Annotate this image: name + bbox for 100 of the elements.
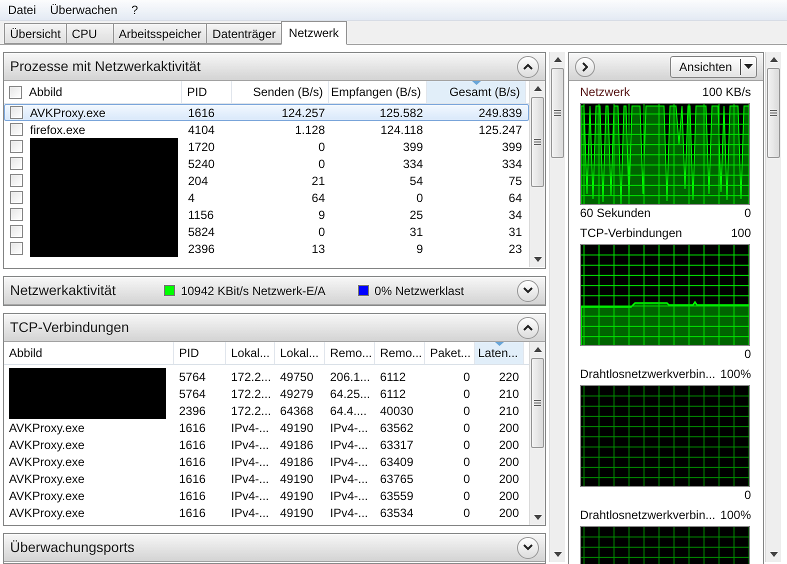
table-row[interactable]: 4 64 0 64	[4, 189, 529, 206]
chevron-up-icon	[523, 324, 533, 332]
scroll-down-icon[interactable]	[534, 257, 542, 262]
table-cell-text: 64	[508, 190, 523, 206]
table-cell-text: 9	[415, 240, 424, 258]
table-cell-text: IPv4-...	[329, 504, 370, 522]
table-cell-text: 21	[310, 172, 326, 190]
table-row[interactable]: 1156 9 25 34	[4, 206, 529, 223]
scrollbar[interactable]	[549, 52, 565, 562]
scroll-up-icon[interactable]	[554, 57, 562, 62]
section-header[interactable]: Netzwerkaktivität 10942 KBit/s Netzwerk-E/A 0% Netzwerklast	[4, 277, 545, 306]
column-header[interactable]: Gesamt (B/s)	[427, 81, 526, 103]
table-cell-text: 9	[317, 206, 326, 224]
graph-title: Netzwerk	[580, 84, 630, 101]
tab[interactable]: Netzwerk	[280, 21, 347, 45]
section-title: Überwachungsports	[10, 538, 135, 558]
table-cell-text: 54	[408, 172, 424, 190]
table-cell-text: 125.582	[378, 104, 424, 122]
collapse-button[interactable]	[517, 56, 539, 78]
checkbox[interactable]	[10, 242, 23, 255]
checkbox[interactable]	[10, 174, 23, 187]
checkbox[interactable]	[10, 123, 23, 136]
scroll-thumb[interactable]	[767, 68, 780, 158]
checkbox[interactable]	[10, 157, 23, 170]
table-cell-text: 210	[498, 402, 520, 420]
checkbox[interactable]	[9, 86, 22, 98]
table-row[interactable]: AVKProxy.exe 1616 124.257 125.582 249.839	[4, 104, 529, 121]
table-cell-text: IPv4-...	[329, 420, 370, 437]
tab[interactable]: Übersicht	[4, 23, 67, 44]
scroll-down-icon[interactable]	[534, 515, 542, 520]
column-header[interactable]: Empfangen (B/s)	[329, 81, 427, 103]
table-cell-text: 200	[498, 420, 520, 437]
table-cell-text: IPv4-...	[329, 454, 370, 471]
column-header[interactable]: Laten...	[475, 342, 524, 364]
scrollbar[interactable]	[529, 342, 545, 526]
grip-icon	[534, 400, 541, 406]
table-cell-text: 23	[508, 240, 523, 258]
checkbox[interactable]	[10, 208, 23, 221]
chevron-down-icon	[523, 544, 533, 552]
scroll-thumb[interactable]	[551, 68, 564, 158]
tab[interactable]: Datenträger	[206, 23, 282, 44]
table-cell-text: 49750	[279, 368, 314, 386]
table-cell-text: 49279	[279, 386, 314, 403]
section-header[interactable]: TCP-Verbindungen	[4, 314, 545, 342]
graph-max-label: 100	[730, 225, 751, 242]
table-cell-text: 49190	[279, 488, 314, 505]
scroll-down-icon[interactable]	[554, 552, 562, 557]
table-row[interactable]: 5240 0 334 334	[4, 155, 529, 172]
scroll-up-icon[interactable]	[770, 57, 778, 62]
table-row[interactable]: 2396 13 9 23	[4, 240, 529, 257]
scroll-thumb[interactable]	[531, 358, 544, 448]
checkbox[interactable]	[10, 106, 23, 119]
table-cell-text: IPv4-...	[230, 454, 270, 471]
table-cell-text: 5764	[178, 386, 207, 403]
table-cell-text: 40030	[379, 402, 414, 420]
scroll-thumb[interactable]	[531, 97, 544, 187]
scroll-up-icon[interactable]	[534, 347, 542, 352]
table-cell-text: AVKProxy.exe	[9, 470, 85, 488]
collapse-button[interactable]	[517, 316, 539, 339]
table-cell-text: 200	[498, 488, 520, 505]
expand-button[interactable]	[517, 536, 539, 559]
menu-item[interactable]: Datei	[4, 1, 40, 19]
menu-item[interactable]: Überwachen	[46, 1, 122, 19]
table-cell-text: 0	[317, 224, 326, 240]
table-cell-text: 63534	[379, 504, 414, 522]
views-dropdown[interactable]: Ansichten	[670, 56, 757, 78]
table-cell-text: 0	[462, 420, 471, 437]
checkbox[interactable]	[10, 140, 23, 153]
section-header[interactable]: Prozesse mit Netzwerkaktivität	[4, 53, 545, 81]
scroll-down-icon[interactable]	[770, 552, 778, 557]
table-row[interactable]: 5824 0 31 31	[4, 223, 529, 240]
expand-button[interactable]	[517, 280, 539, 302]
table-cell-text: 200	[498, 454, 520, 471]
scrollbar[interactable]	[765, 52, 781, 562]
table-cell-text: 64.4....	[329, 402, 368, 420]
tab[interactable]: CPU	[66, 23, 114, 44]
table-cell-text: 49190	[279, 420, 314, 437]
table-cell-text: 334	[500, 156, 523, 172]
table-cell-text: 1616	[178, 488, 207, 505]
checkbox[interactable]	[10, 191, 23, 204]
scrollbar[interactable]	[529, 81, 545, 267]
table-cell-text: 64.25...	[329, 386, 372, 403]
table-cell-text: 1616	[178, 470, 207, 488]
table-cell-text: 124.257	[280, 104, 326, 122]
tab[interactable]: Arbeitsspeicher	[112, 23, 208, 44]
table-cell-text: 0	[317, 138, 326, 156]
section-header[interactable]: Überwachungsports	[4, 534, 545, 562]
expand-panel-button[interactable]	[575, 56, 595, 76]
table-row[interactable]: firefox.exe 4104 1.128 124.118 125.247	[4, 121, 529, 138]
table-cell-text: 1616	[178, 504, 207, 522]
scroll-up-icon[interactable]	[534, 86, 542, 91]
table-cell-text: 204	[187, 172, 210, 190]
table-cell-text: 5824	[187, 224, 216, 240]
table-row[interactable]: 204 21 54 75	[4, 172, 529, 189]
table-cell-text: 75	[508, 172, 523, 190]
table-cell-text: AVKProxy.exe	[30, 104, 106, 122]
chevron-up-icon	[523, 63, 533, 70]
table-row[interactable]: 1720 0 399 399	[4, 138, 529, 155]
menu-item[interactable]: ?	[127, 1, 142, 19]
checkbox[interactable]	[10, 225, 23, 238]
